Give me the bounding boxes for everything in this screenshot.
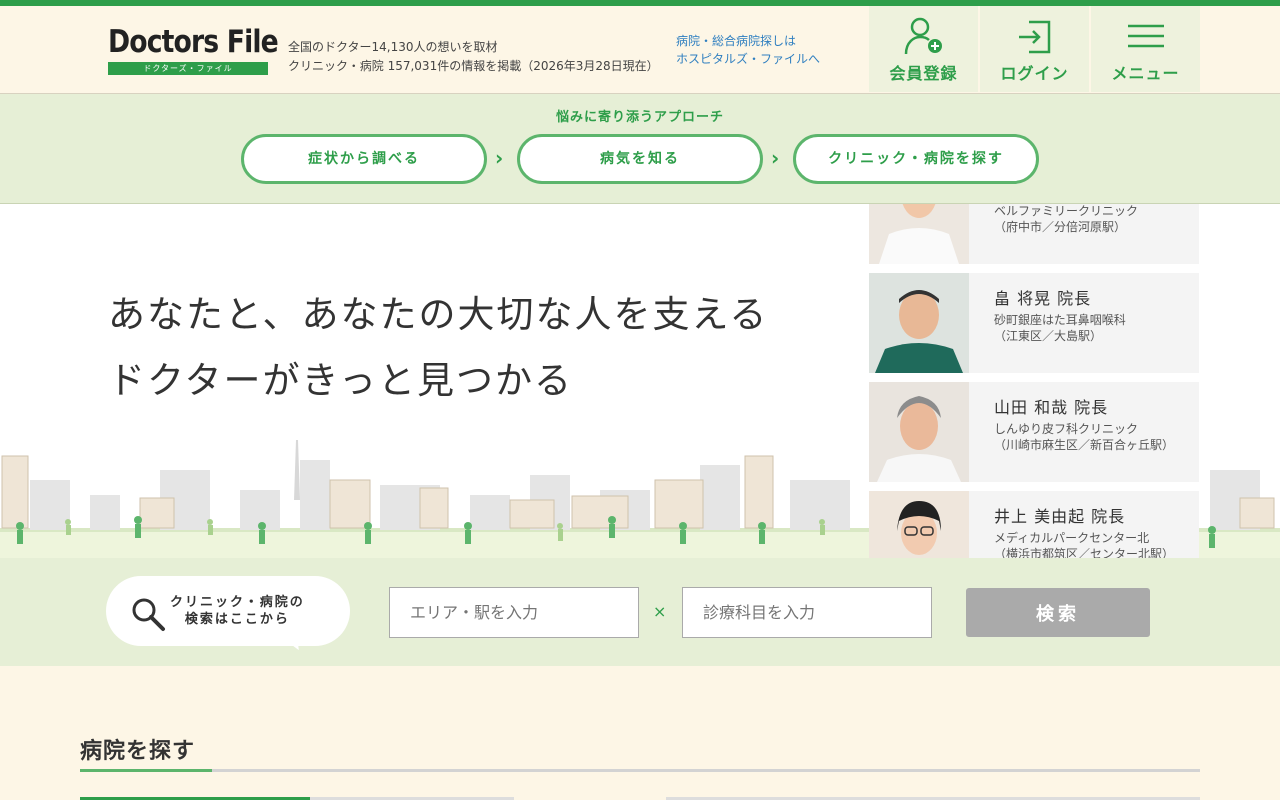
tagline-line-1: 全国のドクター14,130人の想いを取材 [288, 40, 498, 54]
symptom-search-button[interactable]: 症状から調べる [241, 134, 487, 184]
menu-icon [1091, 14, 1200, 58]
doctor-photo [869, 273, 969, 373]
doctor-name: 井上 美由起 院長 [994, 507, 1126, 526]
doctor-location: （江東区／大島駅） [994, 329, 1103, 343]
clinic-search-bar: クリニック・病院の 検索はここから × 検索 [0, 558, 1280, 666]
register-button[interactable]: 会員登録 [869, 6, 978, 92]
register-label: 会員登録 [889, 64, 958, 83]
hero-banner: あなたと、あなたの大切な人を支える ドクターがきっと見つかる ベルファミリークリ… [0, 204, 1280, 558]
doctor-name: 山田 和哉 院長 [994, 398, 1109, 417]
login-label: ログイン [1000, 64, 1069, 83]
doctor-card[interactable]: 畠 将晃 院長 砂町銀座はた耳鼻咽喉科 （江東区／大島駅） [869, 273, 1199, 373]
doctor-photo [869, 491, 969, 558]
doctor-card[interactable]: 山田 和哉 院長 しんゆり皮フ科クリニック （川崎市麻生区／新百合ヶ丘駅） [869, 382, 1199, 482]
learn-disease-button[interactable]: 病気を知る [517, 134, 763, 184]
doctor-location: （府中市／分倍河原駅） [994, 220, 1127, 234]
search-prompt-bubble: クリニック・病院の 検索はここから [106, 576, 350, 655]
doctor-name: 畠 将晃 院長 [994, 289, 1092, 308]
chevron-right-icon: › [771, 146, 780, 170]
hero-copy-line-1: あなたと、あなたの大切な人を支える [108, 293, 769, 336]
chevron-right-icon: › [495, 146, 504, 170]
area-station-input[interactable] [389, 587, 639, 638]
login-button[interactable]: ログイン [980, 6, 1089, 92]
site-logo[interactable]: Doctors File ドクターズ・ファイル [108, 24, 279, 75]
hospitals-link-line-2: ホスピタルズ・ファイルへ [676, 52, 821, 66]
tagline-line-2: クリニック・病院 157,031件の情報を掲載（2026年3月28日現在） [288, 59, 659, 73]
hospitals-file-link[interactable]: 病院・総合病院探しは ホスピタルズ・ファイルへ [676, 32, 820, 68]
search-prompt-line-1: クリニック・病院の [170, 595, 305, 610]
search-icon [130, 596, 166, 636]
hero-copy-line-2: ドクターがきっと見つかる [108, 359, 574, 402]
section-divider-accent [80, 769, 212, 772]
doctor-location: （横浜市都筑区／センター北駅） [994, 547, 1175, 558]
doctor-card[interactable]: 井上 美由起 院長 メディカルパークセンター北 （横浜市都筑区／センター北駅） [869, 491, 1199, 558]
user-add-icon [869, 14, 978, 58]
find-hospital-heading: 病院を探す [80, 739, 196, 764]
doctor-photo [869, 204, 969, 264]
doctor-clinic: メディカルパークセンター北 [994, 531, 1150, 545]
hospitals-link-line-1: 病院・総合病院探しは [676, 34, 797, 48]
logo-subtitle: ドクターズ・ファイル [108, 62, 268, 75]
section-divider [80, 769, 1200, 772]
search-button[interactable]: 検索 [966, 588, 1150, 637]
logo-wordmark: Doctors File [108, 24, 279, 60]
approach-nav: 悩みに寄り添うアプローチ 症状から調べる › 病気を知る › クリニック・病院を… [0, 94, 1280, 204]
doctor-clinic: しんゆり皮フ科クリニック [994, 422, 1139, 436]
doctor-card[interactable]: ベルファミリークリニック （府中市／分倍河原駅） [869, 204, 1199, 264]
featured-doctors-list: ベルファミリークリニック （府中市／分倍河原駅） 畠 将晃 院長 砂町銀座はた耳… [869, 204, 1199, 558]
login-icon [980, 14, 1089, 58]
find-clinic-button[interactable]: クリニック・病院を探す [793, 134, 1039, 184]
site-tagline: 全国のドクター14,130人の想いを取材 クリニック・病院 157,031件の情… [288, 38, 659, 76]
doctor-clinic: 砂町銀座はた耳鼻咽喉科 [994, 313, 1126, 327]
times-icon: × [653, 602, 667, 621]
doctor-location: （川崎市麻生区／新百合ヶ丘駅） [994, 438, 1175, 452]
search-prompt-line-2: 検索はここから [184, 612, 290, 627]
menu-label: メニュー [1111, 64, 1180, 83]
menu-button[interactable]: メニュー [1091, 6, 1200, 92]
doctor-clinic: ベルファミリークリニック [994, 204, 1139, 218]
hero-copy: あなたと、あなたの大切な人を支える ドクターがきっと見つかる [108, 282, 768, 414]
department-input[interactable] [682, 587, 932, 638]
search-prompt-text: クリニック・病院の 検索はここから [170, 594, 305, 628]
doctor-photo [869, 382, 969, 482]
approach-title: 悩みに寄り添うアプローチ [555, 110, 724, 125]
